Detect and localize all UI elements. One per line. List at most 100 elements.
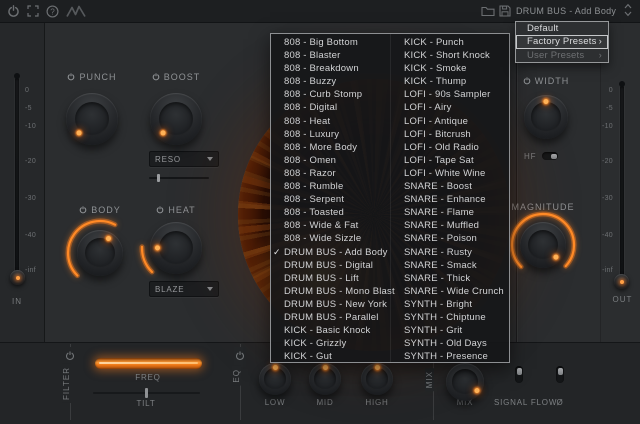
output-gain-fader-handle[interactable] <box>614 274 629 289</box>
input-gain-fader-track[interactable] <box>15 78 19 283</box>
blaze-dropdown-value: BLAZE <box>155 285 184 294</box>
preset-item[interactable]: KICK - Short Knock <box>391 49 509 62</box>
preset-item[interactable]: 808 - Wide Sizzle <box>271 232 390 245</box>
preset-item[interactable]: 808 - Serpent <box>271 193 390 206</box>
body-knob[interactable] <box>77 230 123 276</box>
mix-knob[interactable] <box>446 363 484 401</box>
preset-item[interactable]: KICK - Thump <box>391 75 509 88</box>
context-menu-item[interactable]: Default <box>516 22 608 35</box>
preset-item[interactable]: KICK - Gut <box>271 350 390 363</box>
db-scale-label: -40 <box>585 232 613 239</box>
phase-toggle[interactable] <box>556 366 564 383</box>
preset-item[interactable]: 808 - Heat <box>271 115 390 128</box>
punch-knob[interactable] <box>66 93 118 145</box>
hf-toggle[interactable] <box>542 152 558 160</box>
preset-item[interactable]: 808 - Omen <box>271 154 390 167</box>
preset-item[interactable]: LOFI - Tape Sat <box>391 154 509 167</box>
preset-item[interactable]: SNARE - Wide Crunch <box>391 285 509 298</box>
preset-item[interactable]: 808 - Digital <box>271 101 390 114</box>
preset-item[interactable]: SNARE - Smack <box>391 259 509 272</box>
heat-knob[interactable] <box>150 222 202 274</box>
context-menu-item[interactable]: Factory Presets› <box>516 35 608 48</box>
db-scale-label: -10 <box>585 123 613 130</box>
boost-knob[interactable] <box>150 93 202 145</box>
preset-item[interactable]: ✓DRUM BUS - Add Body <box>271 246 390 259</box>
preset-stepper-icon[interactable] <box>624 3 632 19</box>
preset-item[interactable]: SNARE - Thick <box>391 272 509 285</box>
preset-selector[interactable]: DRUM BUS - Add Body <box>516 3 632 19</box>
save-preset-icon[interactable] <box>499 5 511 17</box>
preset-item[interactable]: DRUM BUS - Lift <box>271 272 390 285</box>
preset-item[interactable]: 808 - Big Bottom <box>271 36 390 49</box>
open-preset-folder-icon[interactable] <box>481 5 495 17</box>
blaze-dropdown[interactable]: BLAZE <box>149 281 219 297</box>
preset-item[interactable]: LOFI - Airy <box>391 101 509 114</box>
db-scale-label: -30 <box>25 195 53 202</box>
help-icon[interactable]: ? <box>46 5 59 18</box>
preset-item[interactable]: LOFI - White Wine <box>391 167 509 180</box>
preset-item[interactable]: 808 - Buzzy <box>271 75 390 88</box>
signal-flow-toggle[interactable] <box>515 366 523 383</box>
freq-slider[interactable] <box>95 358 202 369</box>
preset-item[interactable]: LOFI - Bitcrush <box>391 128 509 141</box>
preset-item[interactable]: DRUM BUS - Digital <box>271 259 390 272</box>
preset-item[interactable]: SYNTH - Grit <box>391 324 509 337</box>
preset-item[interactable]: SYNTH - Old Days <box>391 337 509 350</box>
input-gain-fader-handle[interactable] <box>10 270 25 285</box>
preset-item[interactable]: 808 - Razor <box>271 167 390 180</box>
submenu-arrow-icon: › <box>599 49 602 62</box>
preset-item[interactable]: 808 - Rumble <box>271 180 390 193</box>
preset-item[interactable]: 808 - Wide & Fat <box>271 219 390 232</box>
preset-item[interactable]: 808 - Blaster <box>271 49 390 62</box>
preset-item[interactable]: SNARE - Boost <box>391 180 509 193</box>
knob-indicator-dot <box>273 365 278 370</box>
preset-item[interactable]: KICK - Smoke <box>391 62 509 75</box>
preset-item[interactable]: LOFI - 90s Sampler <box>391 88 509 101</box>
preset-item[interactable]: SYNTH - Bright <box>391 298 509 311</box>
mid-eq-knob[interactable] <box>309 363 341 395</box>
preset-item[interactable]: DRUM BUS - Parallel <box>271 311 390 324</box>
preset-item[interactable]: DRUM BUS - Mono Blast <box>271 285 390 298</box>
width-knob[interactable] <box>524 95 568 139</box>
power-icon[interactable] <box>7 5 20 18</box>
preset-item[interactable]: SNARE - Muffled <box>391 219 509 232</box>
tilt-slider-handle[interactable] <box>145 388 148 398</box>
high-eq-knob[interactable] <box>361 363 393 395</box>
preset-item[interactable]: KICK - Grizzly <box>271 337 390 350</box>
preset-item[interactable]: KICK - Basic Knock <box>271 324 390 337</box>
preset-item[interactable]: 808 - Luxury <box>271 128 390 141</box>
eq-power-icon[interactable] <box>234 347 246 367</box>
input-fader-cap <box>14 73 20 79</box>
preset-item[interactable]: KICK - Punch <box>391 36 509 49</box>
preset-item[interactable]: SNARE - Rusty <box>391 246 509 259</box>
preset-item[interactable]: 808 - Toasted <box>271 206 390 219</box>
preset-item[interactable]: 808 - More Body <box>271 141 390 154</box>
knob-value-arc <box>136 208 216 288</box>
db-scale-label: -inf <box>585 267 613 274</box>
output-gain-fader-track[interactable] <box>620 86 624 286</box>
preset-item[interactable]: 808 - Breakdown <box>271 62 390 75</box>
reso-amount-slider[interactable] <box>149 177 209 179</box>
width-label: WIDTH <box>506 76 586 86</box>
knob-indicator-dot <box>75 129 82 136</box>
preset-item[interactable]: SYNTH - Presence <box>391 350 509 363</box>
tilt-slider[interactable] <box>93 392 200 394</box>
boost-label: BOOST <box>136 72 216 82</box>
context-menu-item[interactable]: User Presets› <box>516 49 608 62</box>
reso-dropdown[interactable]: RESO <box>149 151 219 167</box>
preset-item[interactable]: SNARE - Enhance <box>391 193 509 206</box>
preset-item[interactable]: LOFI - Old Radio <box>391 141 509 154</box>
preset-item[interactable]: SNARE - Flame <box>391 206 509 219</box>
db-scale-label: -40 <box>25 232 53 239</box>
preset-item[interactable]: DRUM BUS - New York <box>271 298 390 311</box>
db-scale-label: -20 <box>25 158 53 165</box>
preset-item[interactable]: SYNTH - Chiptune <box>391 311 509 324</box>
reso-slider-handle[interactable] <box>157 174 160 182</box>
magnitude-knob[interactable] <box>520 222 566 268</box>
input-panel <box>0 23 45 342</box>
resize-icon[interactable] <box>27 5 39 17</box>
preset-item[interactable]: 808 - Curb Stomp <box>271 88 390 101</box>
preset-item[interactable]: LOFI - Antique <box>391 115 509 128</box>
preset-item[interactable]: SNARE - Poison <box>391 232 509 245</box>
low-eq-knob[interactable] <box>259 363 291 395</box>
